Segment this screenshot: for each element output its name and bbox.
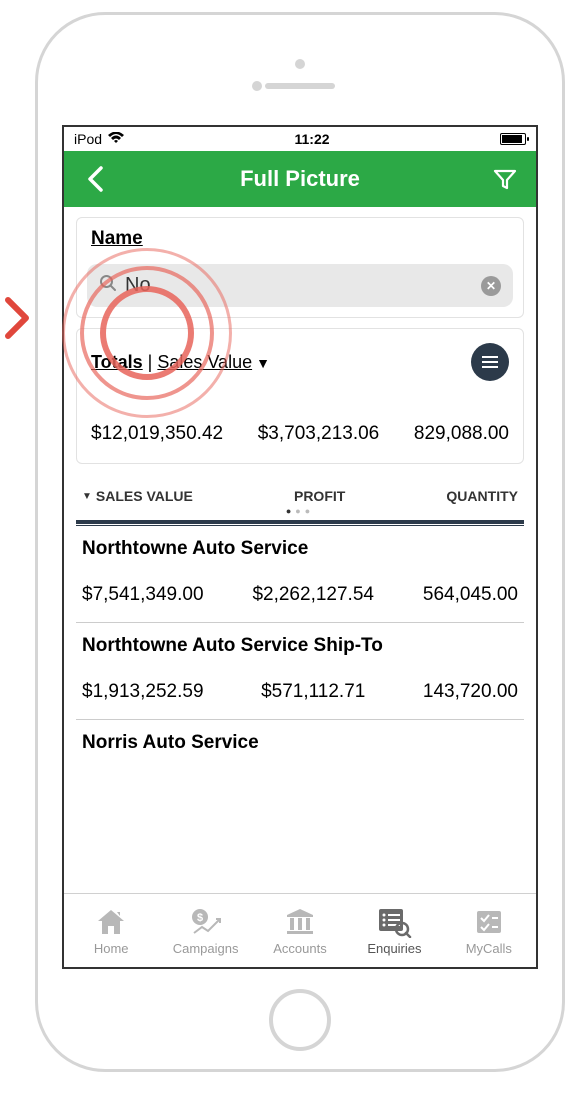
row-name: Northtowne Auto Service (82, 538, 518, 560)
tab-accounts[interactable]: Accounts (253, 905, 347, 956)
totals-profit: $3,703,213.06 (258, 423, 380, 445)
totals-label: Totals (91, 352, 143, 372)
table-row[interactable]: Northtowne Auto Service $7,541,349.00 $2… (76, 534, 524, 614)
tab-label: Enquiries (367, 941, 421, 956)
wifi-icon (108, 132, 124, 147)
name-search-card: Name ✕ (76, 217, 524, 318)
totals-title[interactable]: Totals | Sales Value▼ (91, 352, 270, 373)
menu-button[interactable] (471, 343, 509, 381)
search-icon (99, 274, 117, 297)
tab-enquiries[interactable]: Enquiries (347, 905, 441, 956)
row-name: Norris Auto Service (82, 732, 518, 754)
phone-frame: iPod 11:22 Full Picture Name (35, 12, 565, 1072)
row-divider (76, 719, 524, 720)
row-sales-value: $7,541,349.00 (82, 584, 204, 606)
tab-label: Accounts (273, 941, 326, 956)
row-name: Northtowne Auto Service Ship-To (82, 635, 518, 657)
tab-label: Home (94, 941, 129, 956)
chevron-down-icon: ▼ (256, 355, 270, 371)
clock: 11:22 (294, 131, 329, 147)
table-row[interactable]: Norris Auto Service (76, 728, 524, 762)
back-button[interactable] (80, 164, 110, 194)
column-quantity[interactable]: QUANTITY (446, 488, 518, 504)
sensor-dot (252, 81, 262, 91)
column-profit[interactable]: PROFIT (294, 488, 345, 504)
row-profit: $571,112.71 (261, 681, 365, 703)
camera-dot (295, 59, 305, 69)
totals-sales-value: $12,019,350.42 (91, 423, 223, 445)
totals-metric: Sales Value (157, 352, 252, 372)
battery-icon (500, 133, 526, 145)
row-divider (76, 622, 524, 623)
app-header: Full Picture (64, 151, 536, 207)
tab-campaigns[interactable]: $ Campaigns (158, 905, 252, 956)
column-sales-value[interactable]: ▼SALES VALUE (82, 488, 193, 504)
clear-search-button[interactable]: ✕ (481, 276, 501, 296)
tab-bar: Home $ Campaigns Accounts Enquiries (64, 893, 536, 967)
sort-desc-icon: ▼ (82, 491, 92, 502)
divider-thick (76, 520, 524, 524)
divider-thin (76, 525, 524, 526)
search-input[interactable] (125, 274, 473, 297)
annotation-arrow (4, 296, 34, 345)
content-area: Name ✕ Totals | Sales Value▼ (64, 207, 536, 762)
filter-button[interactable] (490, 164, 520, 194)
status-bar: iPod 11:22 (64, 127, 536, 151)
table-row[interactable]: Northtowne Auto Service Ship-To $1,913,2… (76, 631, 524, 711)
row-sales-value: $1,913,252.59 (82, 681, 204, 703)
section-label: Name (77, 218, 523, 258)
search-bar[interactable]: ✕ (87, 264, 513, 307)
tab-label: Campaigns (173, 941, 239, 956)
screen: iPod 11:22 Full Picture Name (62, 125, 538, 969)
mycalls-icon (473, 905, 505, 939)
row-quantity: 143,720.00 (423, 681, 518, 703)
svg-text:$: $ (197, 912, 203, 924)
totals-card: Totals | Sales Value▼ $12,019,350.42 $3,… (76, 328, 524, 464)
carrier-label: iPod (74, 131, 102, 147)
totals-quantity: 829,088.00 (414, 423, 509, 445)
tab-home[interactable]: Home (64, 905, 158, 956)
row-quantity: 564,045.00 (423, 584, 518, 606)
accounts-icon (283, 905, 317, 939)
row-profit: $2,262,127.54 (252, 584, 374, 606)
tab-mycalls[interactable]: MyCalls (442, 905, 536, 956)
campaigns-icon: $ (188, 905, 224, 939)
page-title: Full Picture (110, 166, 490, 192)
enquiries-icon (376, 905, 412, 939)
home-icon (94, 905, 128, 939)
totals-values: $12,019,350.42 $3,703,213.06 829,088.00 (91, 423, 509, 445)
tab-label: MyCalls (466, 941, 512, 956)
home-button[interactable] (269, 989, 331, 1051)
pager-dots: ●●● (76, 506, 524, 516)
speaker-slot (265, 83, 335, 89)
